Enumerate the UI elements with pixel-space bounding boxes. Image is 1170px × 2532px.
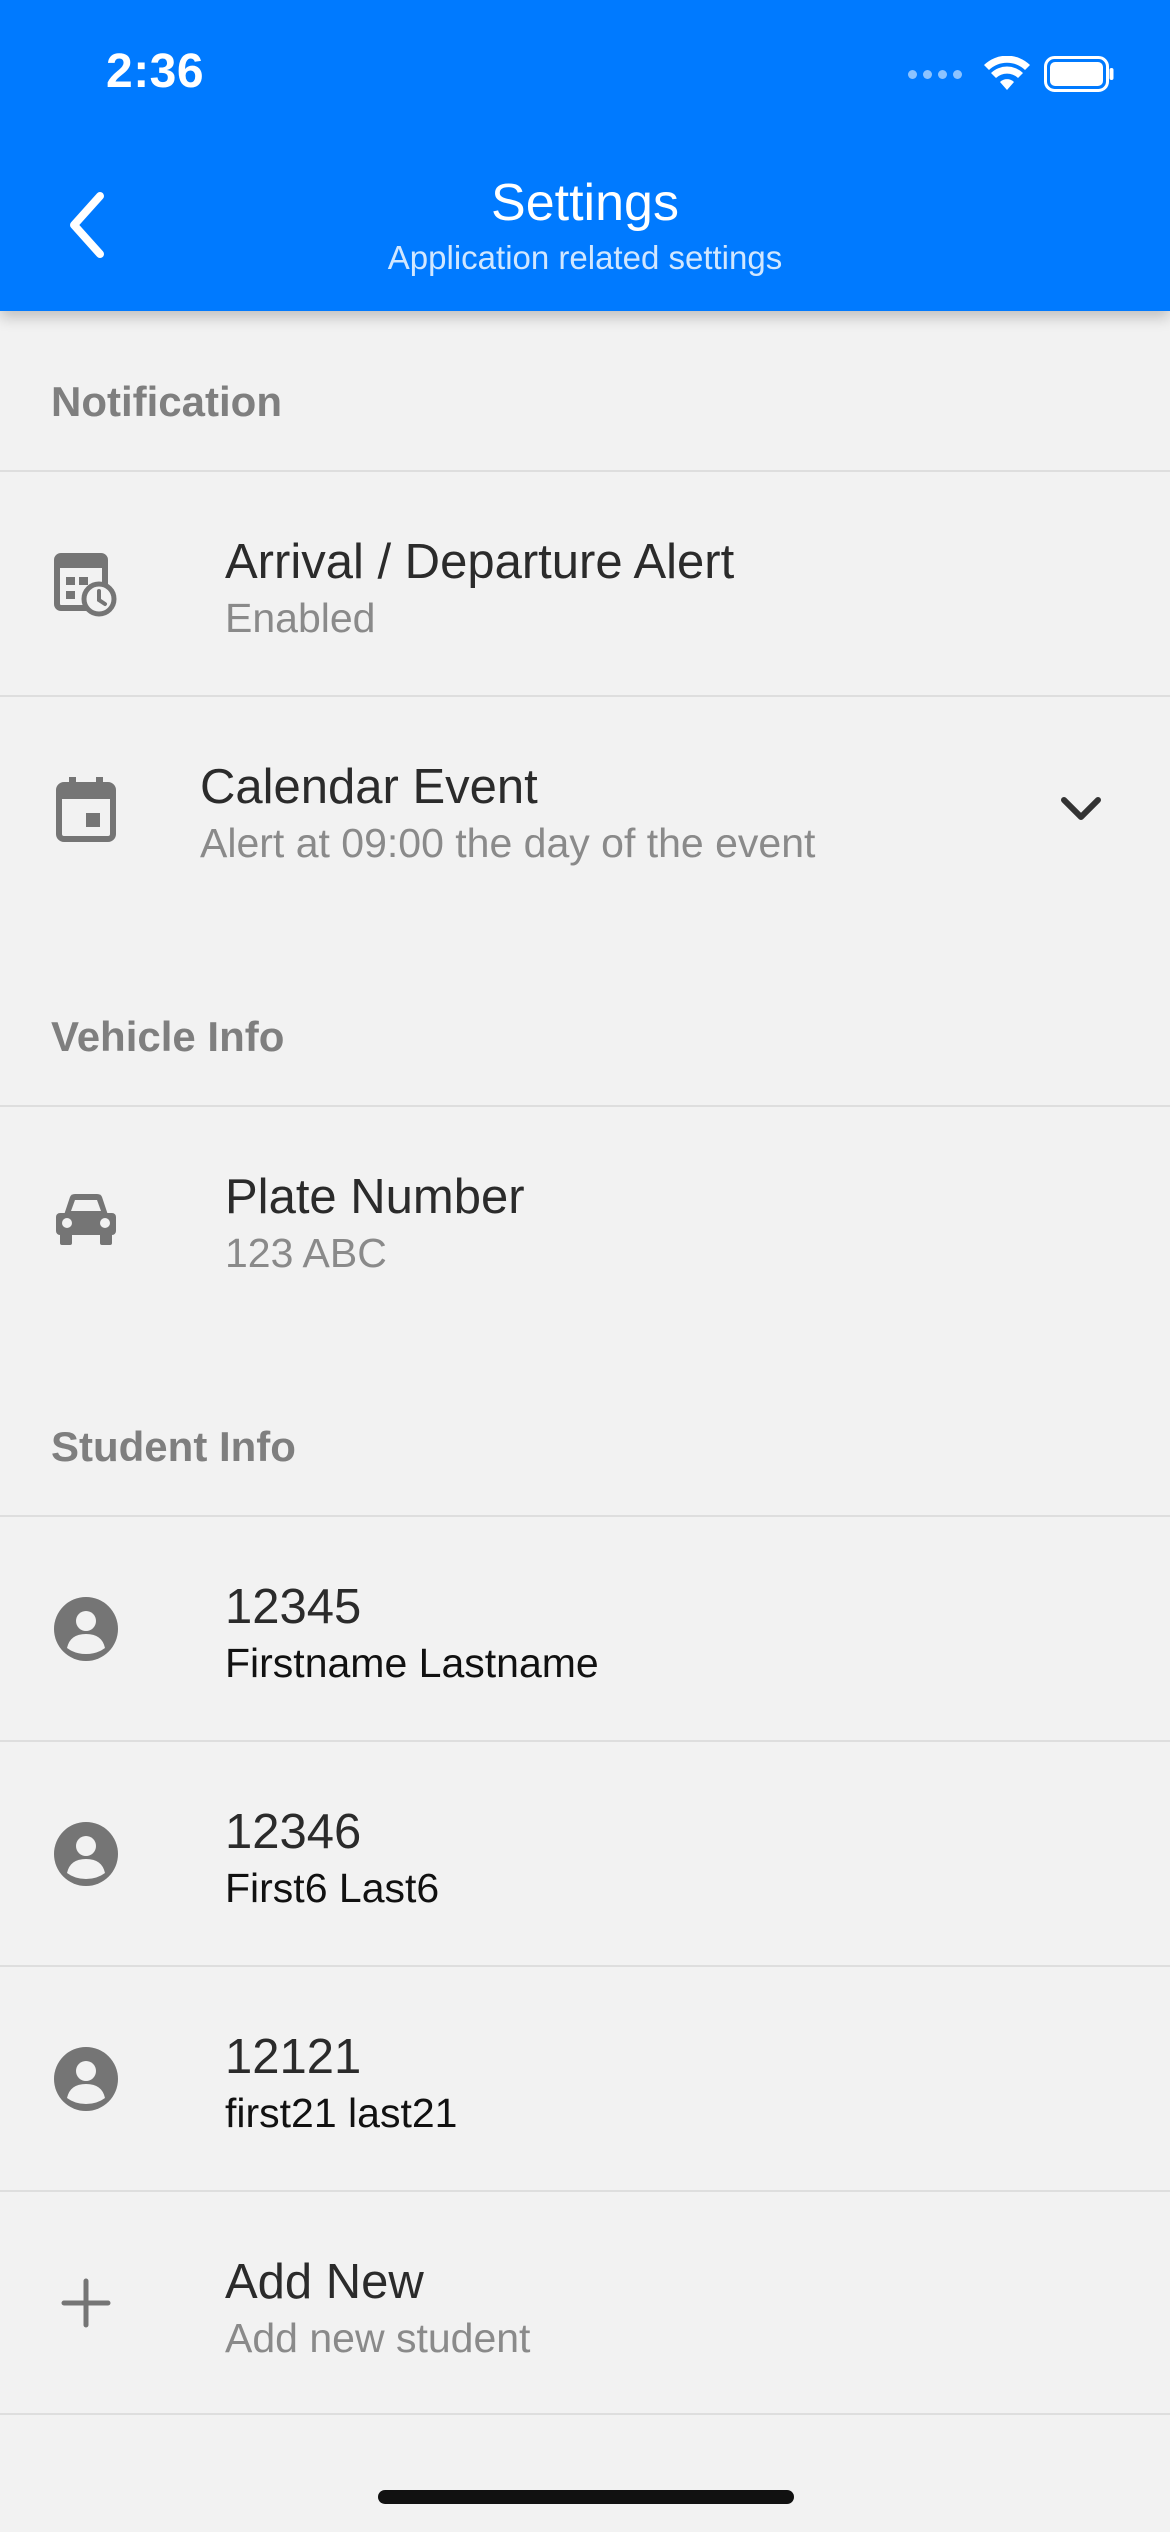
car-icon: [50, 1183, 122, 1255]
row-title: 12121: [225, 2030, 362, 2084]
chevron-down-icon[interactable]: [1056, 784, 1106, 834]
person-icon: [50, 1593, 122, 1665]
row-title: Arrival / Departure Alert: [225, 535, 735, 589]
page-subtitle: Application related settings: [387, 239, 783, 276]
calendar-clock-icon: [50, 548, 122, 620]
status-indicators: [908, 52, 1114, 96]
row-student-12121[interactable]: 12121 first21 last21: [0, 1965, 1170, 2190]
row-subtitle: First6 Last6: [225, 1865, 440, 1911]
cellular-signal-icon: [908, 69, 962, 79]
row-subtitle: Firstname Lastname: [225, 1640, 599, 1686]
page-title: Settings: [491, 174, 679, 232]
row-subtitle: 123 ABC: [225, 1230, 387, 1276]
settings-screen: 2:36 Settings Application related settin…: [0, 0, 1170, 2532]
row-title: Add New: [225, 2255, 424, 2309]
wifi-icon: [984, 56, 1030, 90]
person-icon: [50, 1818, 122, 1890]
nav-header: 2:36 Settings Application related settin…: [0, 0, 1170, 311]
row-calendar-event[interactable]: Calendar Event Alert at 09:00 the day of…: [0, 695, 1170, 920]
row-title: Plate Number: [225, 1170, 525, 1224]
row-arrival-departure-alert[interactable]: Arrival / Departure Alert Enabled: [0, 470, 1170, 695]
row-plate-number[interactable]: Plate Number 123 ABC: [0, 1105, 1170, 1330]
status-time: 2:36: [106, 45, 205, 98]
section-header-vehicle-info: Vehicle Info: [51, 1013, 285, 1060]
row-subtitle: first21 last21: [225, 2090, 458, 2136]
section-header-student-info: Student Info: [51, 1423, 296, 1470]
person-icon: [50, 2043, 122, 2115]
add-new-student-button[interactable]: Add New Add new student: [0, 2190, 1170, 2415]
row-title: Calendar Event: [200, 760, 538, 814]
row-title: 12346: [225, 1805, 362, 1859]
row-subtitle: Add new student: [225, 2315, 531, 2361]
row-subtitle: Enabled: [225, 595, 376, 641]
battery-icon: [1044, 56, 1114, 92]
plus-icon: [50, 2267, 122, 2339]
row-title: 12345: [225, 1580, 362, 1634]
home-indicator[interactable]: [378, 2490, 794, 2504]
header-titles: Settings Application related settings: [0, 168, 1170, 278]
row-student-12345[interactable]: 12345 Firstname Lastname: [0, 1515, 1170, 1740]
row-student-12346[interactable]: 12346 First6 Last6: [0, 1740, 1170, 1965]
row-subtitle: Alert at 09:00 the day of the event: [200, 820, 816, 866]
section-header-notification: Notification: [51, 378, 282, 425]
calendar-icon: [50, 773, 122, 845]
